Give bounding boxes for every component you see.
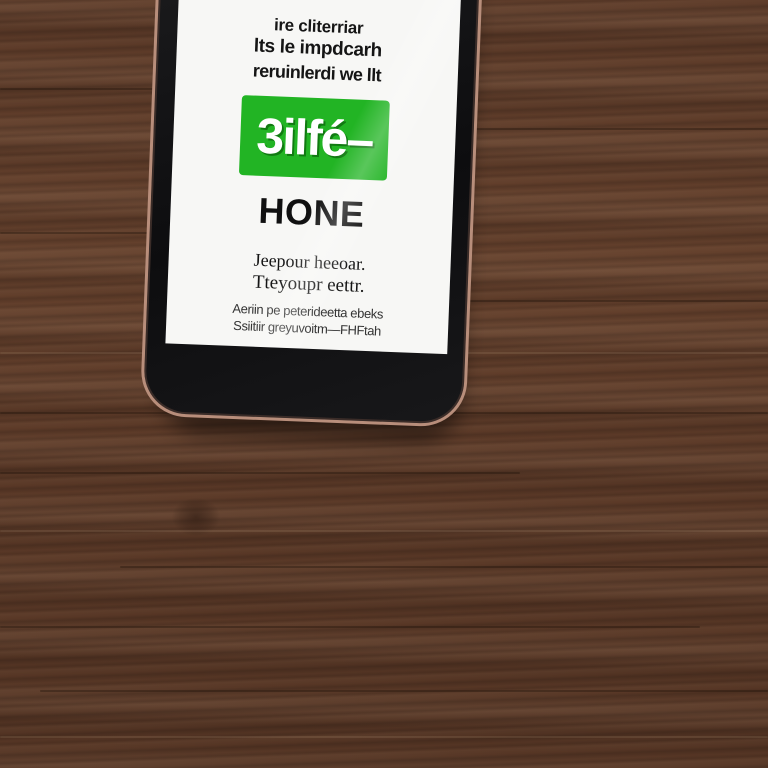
wood-grain-line	[0, 232, 150, 234]
wood-grain-line	[40, 690, 768, 692]
wood-grain-line	[120, 566, 768, 568]
wood-grain-highlight	[0, 736, 768, 738]
phone-screen: ire cliterriar lts le impdcarh reruinler…	[165, 0, 463, 355]
wood-grain-highlight	[0, 530, 768, 532]
wood-grain-line	[0, 472, 520, 474]
wood-grain-line	[0, 88, 160, 90]
wood-grain-line	[470, 128, 768, 130]
green-logo: 3ilfé–	[238, 95, 390, 181]
wood-grain-line	[460, 300, 768, 302]
wood-grain-line	[0, 626, 700, 628]
screen-title: HONE	[257, 189, 366, 235]
smartphone: ire cliterriar lts le impdcarh reruinler…	[139, 0, 484, 428]
